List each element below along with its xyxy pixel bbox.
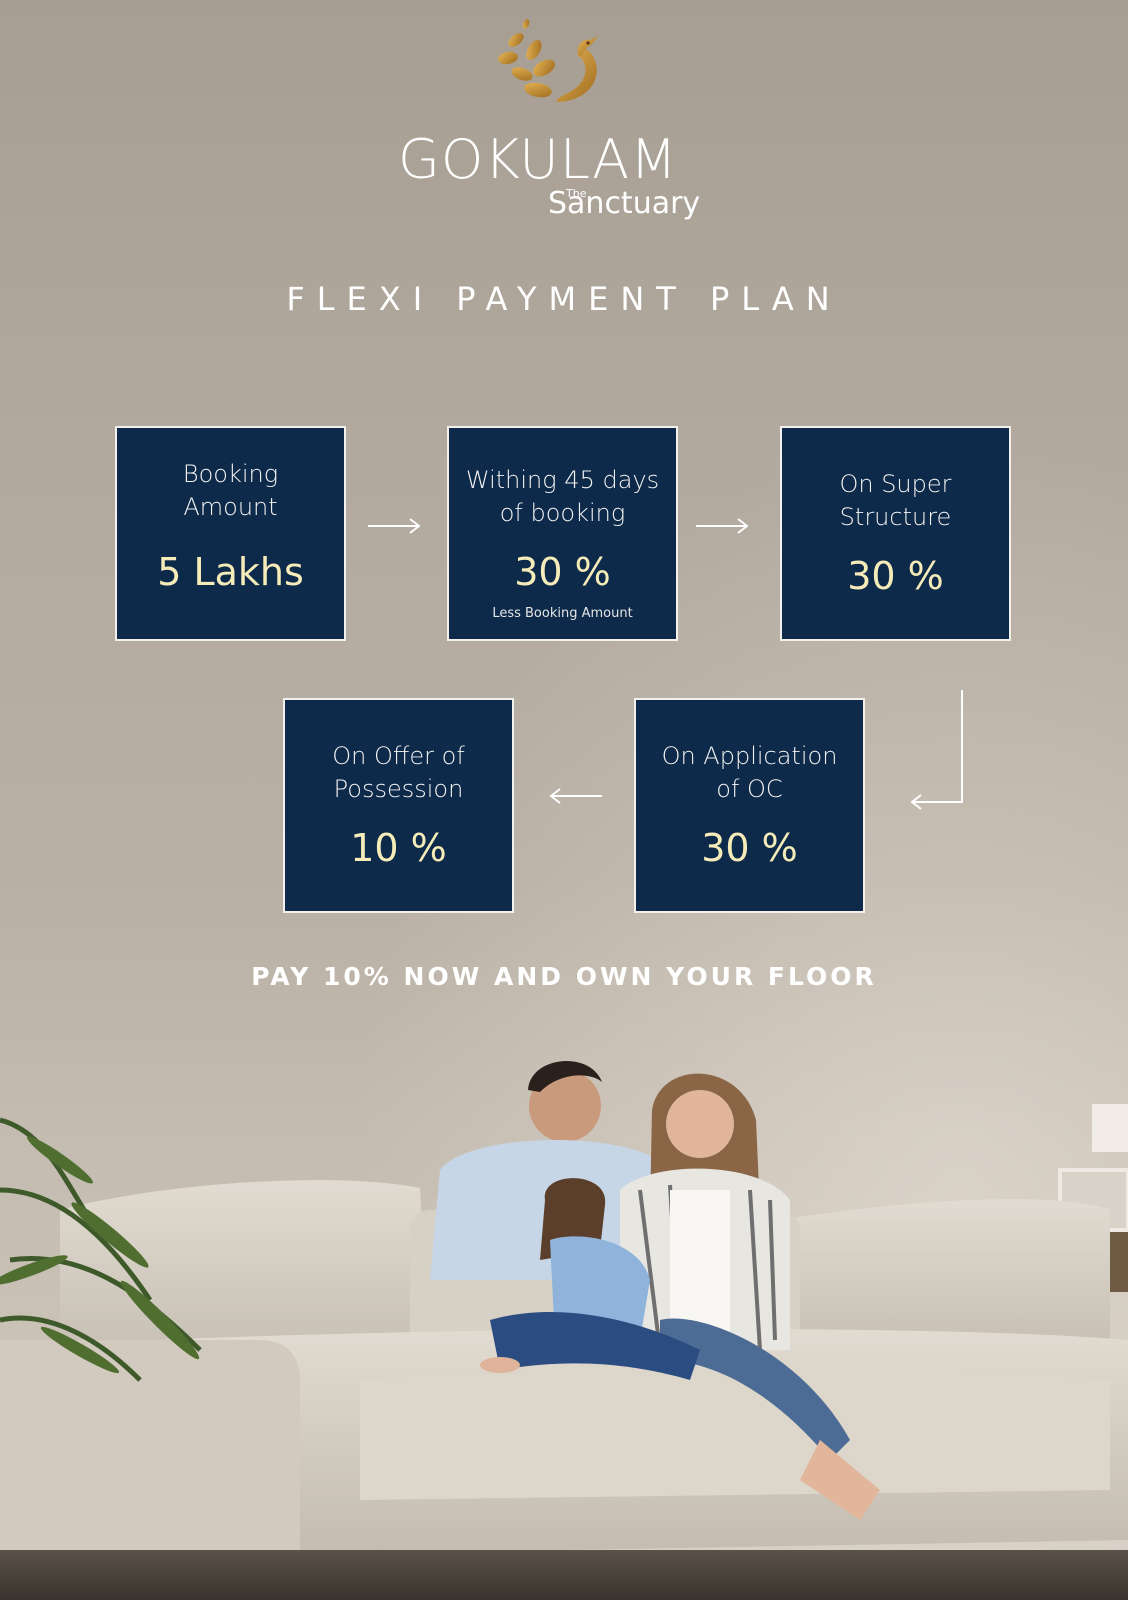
step-card-booking: Booking Amount 5 Lakhs bbox=[115, 426, 346, 641]
step-value: 30 % bbox=[514, 550, 611, 594]
step-label-line1: Booking bbox=[182, 460, 279, 488]
step-card-application-oc: On Application of OC 30 % bbox=[634, 698, 865, 913]
step-value: 10 % bbox=[350, 826, 447, 870]
step-label-line2: of booking bbox=[499, 499, 626, 527]
step-value: 30 % bbox=[701, 826, 798, 870]
step-label-line2: Structure bbox=[839, 503, 952, 531]
step-label-line1: On Super bbox=[839, 470, 952, 498]
step-note: Less Booking Amount bbox=[492, 606, 633, 621]
step-value: 5 Lakhs bbox=[157, 550, 304, 594]
step-label-line2: Amount bbox=[183, 493, 278, 521]
step-label-line2: Possession bbox=[333, 775, 464, 803]
step-value: 30 % bbox=[847, 554, 944, 598]
arrow-corner-down-left-icon bbox=[910, 690, 963, 810]
step-card-super-structure: On Super Structure 30 % bbox=[780, 426, 1011, 641]
brand-subtitle: Sanctuary bbox=[548, 186, 701, 221]
step-label-line1: Withing 45 days bbox=[465, 466, 660, 494]
page-title: FLEXI PAYMENT PLAN bbox=[286, 280, 842, 318]
step-label-line1: On Offer of bbox=[332, 742, 465, 770]
step-label-line1: On Application bbox=[661, 742, 838, 770]
arrow-left-icon bbox=[549, 788, 602, 804]
peacock-logo-icon bbox=[498, 19, 598, 102]
brand-wordmark: GOKULAM bbox=[398, 130, 698, 190]
arrow-right-icon bbox=[368, 518, 421, 534]
step-card-possession: On Offer of Possession 10 % bbox=[283, 698, 514, 913]
tagline: PAY 10% NOW AND OWN YOUR FLOOR bbox=[251, 962, 877, 991]
step-label-line2: of OC bbox=[716, 775, 783, 803]
brand-name: GOKULAM bbox=[398, 128, 678, 191]
family-sofa-photo bbox=[0, 1060, 1128, 1600]
step-card-45-days: Withing 45 days of booking 30 % Less Boo… bbox=[447, 426, 678, 641]
arrow-right-icon bbox=[696, 518, 749, 534]
